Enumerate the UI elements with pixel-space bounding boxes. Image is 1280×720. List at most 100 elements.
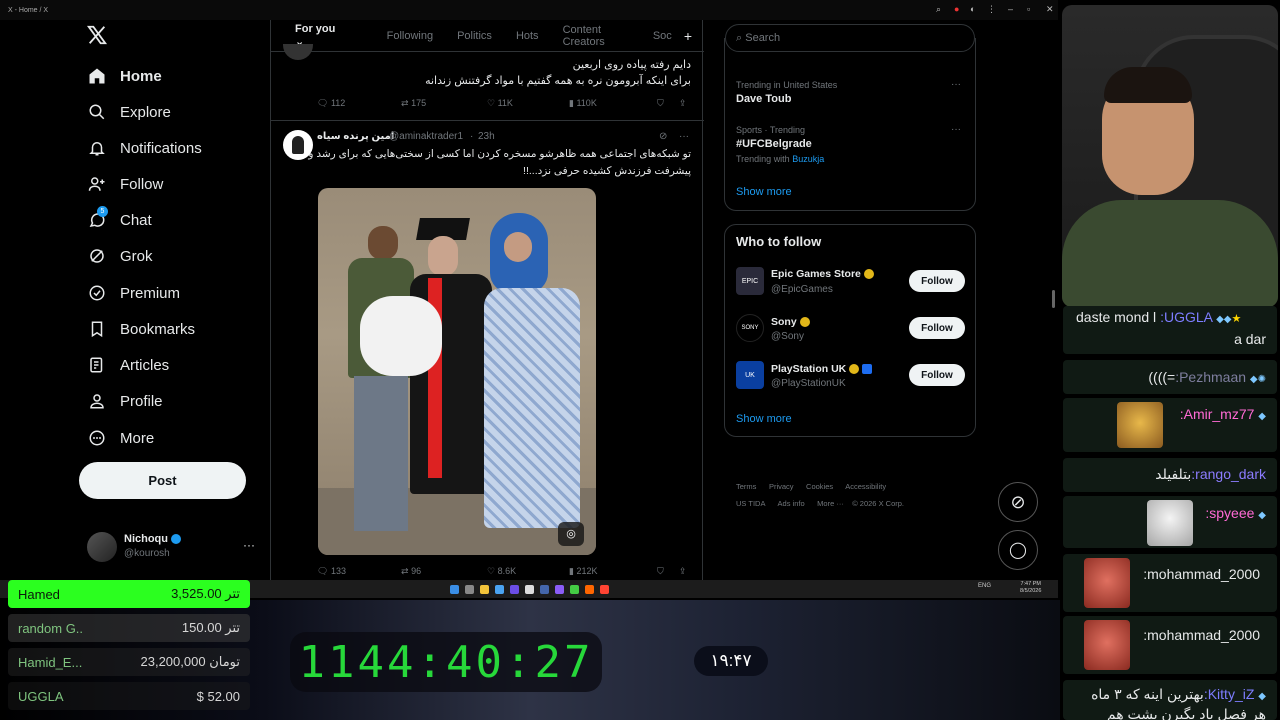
playstation-avatar[interactable]: UK: [736, 361, 764, 389]
nav-notifications[interactable]: Notifications: [86, 133, 202, 163]
chat-username[interactable]: :rango_dark: [1191, 466, 1266, 482]
who-to-follow-show-more[interactable]: Show more: [736, 413, 792, 425]
reply-button[interactable]: 🗨 112: [317, 98, 345, 109]
footer-link-privacy[interactable]: Privacy: [769, 482, 794, 491]
photo-flowers: [360, 296, 442, 376]
nav-bookmarks[interactable]: Bookmarks: [86, 314, 195, 344]
footer-link-cookies[interactable]: Cookies: [806, 482, 833, 491]
nav-explore[interactable]: Explore: [86, 97, 171, 127]
reply-button[interactable]: 🗨 133: [317, 566, 346, 577]
grok-image-icon[interactable]: ◎: [558, 522, 584, 546]
chat-username[interactable]: :mohammad_2000: [1143, 627, 1260, 643]
lang-indicator[interactable]: ENG: [978, 583, 991, 589]
bookmark-button[interactable]: ⛉: [657, 566, 664, 577]
follow-button[interactable]: Follow: [909, 317, 965, 339]
follow-button[interactable]: Follow: [909, 270, 965, 292]
extension-icon[interactable]: ●: [954, 4, 959, 14]
nav-profile[interactable]: Profile: [86, 386, 163, 416]
chat-username[interactable]: :UGGLA: [1160, 309, 1212, 325]
share-button[interactable]: ⇪: [679, 98, 687, 109]
trend-more-icon[interactable]: ···: [951, 79, 961, 90]
account-menu-icon[interactable]: ···: [243, 538, 255, 552]
tweet1-avatar[interactable]: [283, 44, 313, 60]
views-button[interactable]: ▮ 212K: [569, 566, 598, 577]
like-button[interactable]: ♡ 8.6K: [487, 566, 516, 577]
donor-name: Hamid_E...: [18, 654, 83, 670]
tab-following[interactable]: Following: [387, 30, 433, 42]
trend-more-icon[interactable]: ···: [951, 124, 961, 135]
tab-soc[interactable]: Soc: [653, 30, 672, 42]
repost-button[interactable]: ⇄ 96: [401, 566, 421, 577]
account-name[interactable]: Nichoqu: [124, 533, 181, 545]
store-icon[interactable]: [494, 584, 504, 594]
taskbar-clock[interactable]: 7:47 PM 8/5/2026: [1020, 581, 1041, 595]
nav-articles[interactable]: Articles: [86, 350, 169, 380]
repost-button[interactable]: ⇄ 175: [401, 98, 426, 109]
tweet2-time[interactable]: 23h: [478, 131, 495, 142]
grok-icon: [86, 245, 108, 267]
like-button[interactable]: ♡ 11K: [487, 98, 513, 109]
x-logo-icon[interactable]: [86, 24, 110, 48]
restore-icon[interactable]: ▫: [1027, 4, 1030, 14]
files-icon[interactable]: [479, 584, 489, 594]
trend-with-link[interactable]: Buzukja: [792, 154, 824, 164]
footer-link-ads[interactable]: Ads info: [778, 499, 805, 508]
nav-grok[interactable]: Grok: [86, 241, 153, 271]
add-tab-icon[interactable]: +: [684, 28, 692, 44]
account-avatar[interactable]: [87, 532, 117, 562]
app-icon[interactable]: [509, 584, 519, 594]
grok-float-button[interactable]: ⊘: [998, 482, 1038, 522]
menu-icon[interactable]: ⋮: [987, 4, 996, 15]
trends-show-more[interactable]: Show more: [736, 186, 792, 198]
start-icon[interactable]: [449, 584, 459, 594]
follow-account-name[interactable]: PlayStation UK: [771, 363, 873, 375]
share-button[interactable]: ⇪: [679, 566, 687, 577]
footer-link-us-tida[interactable]: US TIDA: [736, 499, 765, 508]
tweet2-photo[interactable]: ◎: [318, 188, 596, 555]
footer-link-accessibility[interactable]: Accessibility: [845, 482, 886, 491]
extension2-icon[interactable]: ◐: [970, 4, 975, 14]
page-scrollbar[interactable]: [1052, 290, 1055, 308]
footer-link-terms[interactable]: Terms: [736, 482, 756, 491]
nav-home[interactable]: Home: [86, 61, 162, 91]
chat-username[interactable]: :mohammad_2000: [1143, 566, 1260, 582]
sony-avatar[interactable]: SONY: [736, 314, 764, 342]
tab-content-creators[interactable]: Content Creators: [563, 24, 629, 48]
brave-icon[interactable]: [599, 584, 609, 594]
chat-username[interactable]: :Pezhmaan: [1175, 369, 1246, 385]
trend-name[interactable]: #UFCBelgrade: [736, 138, 812, 150]
minimize-icon[interactable]: –: [1008, 4, 1013, 14]
follow-account-name[interactable]: Sony: [771, 316, 810, 328]
chat-username[interactable]: :Amir_mz77: [1180, 406, 1255, 422]
tweet2-author-name[interactable]: امین پرنده سیاه: [317, 131, 394, 142]
grok-icon[interactable]: ⊘: [659, 131, 667, 142]
footer-link-more[interactable]: More ···: [817, 499, 844, 508]
tab-hots[interactable]: Hots: [516, 30, 539, 42]
bookmark-button[interactable]: ⛉: [657, 98, 664, 109]
app3-icon[interactable]: [554, 584, 564, 594]
nav-premium[interactable]: Premium: [86, 278, 180, 308]
x-app-icon[interactable]: [524, 584, 534, 594]
chat-username[interactable]: :spyeee: [1205, 505, 1254, 521]
chat-username[interactable]: :Kitty_iZ: [1204, 686, 1255, 702]
epic-games-avatar[interactable]: EPIC: [736, 267, 764, 295]
messages-float-button[interactable]: ◯: [998, 530, 1038, 570]
nav-follow[interactable]: Follow: [86, 169, 163, 199]
close-icon[interactable]: ✕: [1046, 4, 1054, 15]
tweet-more-icon[interactable]: ···: [679, 131, 689, 142]
bookmark-icon: [86, 318, 108, 340]
trend-name[interactable]: Dave Toub: [736, 93, 791, 105]
firefox-icon[interactable]: [584, 584, 594, 594]
nav-chat[interactable]: 5 Chat: [86, 205, 152, 235]
tweet2-author-handle[interactable]: @aminaktrader1: [389, 131, 463, 142]
app2-icon[interactable]: [539, 584, 549, 594]
search-taskbar-icon[interactable]: [464, 584, 474, 594]
follow-button[interactable]: Follow: [909, 364, 965, 386]
post-button[interactable]: Post: [79, 462, 246, 499]
views-button[interactable]: ▮ 110K: [569, 98, 597, 109]
tab-politics[interactable]: Politics: [457, 30, 492, 42]
nav-more[interactable]: More: [86, 423, 154, 453]
zoom-icon[interactable]: ⌕: [936, 4, 941, 15]
app4-icon[interactable]: [569, 584, 579, 594]
follow-account-name[interactable]: Epic Games Store: [771, 268, 874, 280]
